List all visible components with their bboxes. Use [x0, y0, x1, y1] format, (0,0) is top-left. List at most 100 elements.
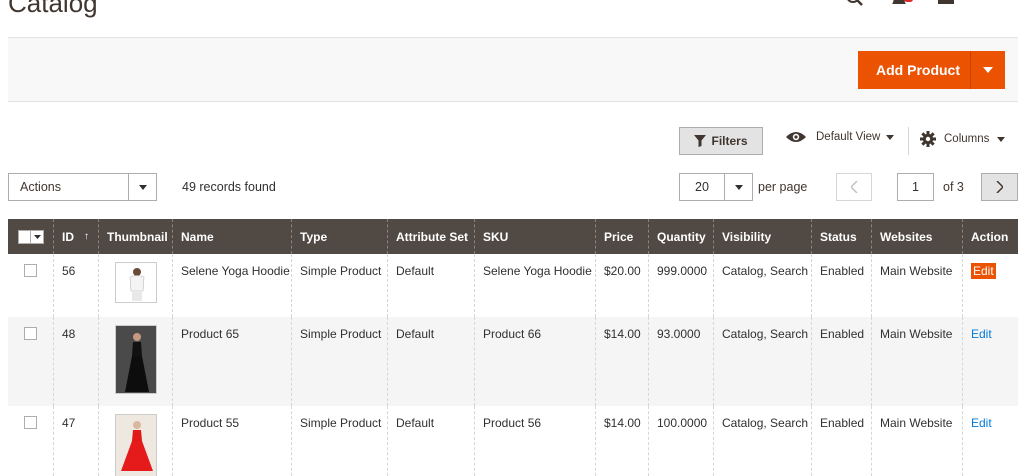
caret-down-icon — [886, 134, 895, 140]
column-header-quantity[interactable]: Quantity — [649, 219, 714, 254]
current-page-input[interactable]: 1 — [897, 173, 934, 201]
column-header-sku[interactable]: SKU — [475, 219, 596, 254]
caret-down-icon — [997, 136, 1006, 142]
row-checkbox[interactable] — [24, 327, 37, 340]
cell-websites: Main Website — [872, 317, 963, 406]
column-header-name[interactable]: Name — [173, 219, 292, 254]
column-header-id[interactable]: ID ↑ — [54, 219, 99, 254]
column-header-thumbnail: Thumbnail — [99, 219, 173, 254]
gear-icon — [920, 131, 936, 147]
chevron-right-icon — [996, 181, 1003, 193]
cell-price: $14.00 — [596, 406, 649, 476]
page-title: Catalog — [8, 0, 98, 18]
column-header-price[interactable]: Price — [596, 219, 649, 254]
cell-quantity: 100.0000 — [649, 406, 714, 476]
cell-status: Enabled — [812, 317, 872, 406]
column-header-label: Quantity — [657, 229, 706, 244]
edit-link[interactable]: Edit — [971, 327, 992, 341]
row-checkbox[interactable] — [24, 416, 37, 429]
product-thumbnail[interactable] — [115, 262, 157, 303]
actions-dropdown-toggle[interactable] — [128, 174, 156, 200]
column-header-label: Status — [820, 229, 857, 244]
chevron-down-icon — [734, 184, 743, 190]
edit-link[interactable]: Edit — [971, 263, 996, 279]
eye-icon — [786, 132, 806, 142]
chevron-down-icon — [983, 66, 993, 73]
cell-id: 56 — [54, 254, 99, 317]
column-header-label: Name — [181, 229, 214, 244]
column-header-label: Thumbnail — [107, 229, 168, 244]
row-checkbox[interactable] — [24, 264, 37, 277]
notifications-bell-icon[interactable] — [892, 0, 914, 8]
cell-price: $14.00 — [596, 317, 649, 406]
select-all-checkbox[interactable] — [19, 230, 31, 243]
cell-action: Edit — [963, 254, 1018, 317]
chevron-down-icon[interactable] — [31, 230, 43, 243]
sort-ascending-icon: ↑ — [84, 231, 89, 242]
cell-id: 47 — [54, 406, 99, 476]
cell-thumbnail — [99, 254, 173, 317]
table-row[interactable]: 48 Product 65 Simple Product Default Pro… — [8, 317, 1018, 406]
cell-type: Simple Product — [292, 254, 388, 317]
cell-action: Edit — [963, 317, 1018, 406]
edit-link[interactable]: Edit — [971, 416, 992, 430]
filters-button[interactable]: Filters — [679, 127, 763, 155]
cell-thumbnail — [99, 317, 173, 406]
row-checkbox-cell — [8, 317, 54, 406]
per-page-select[interactable]: 20 — [679, 173, 753, 201]
records-found: 49 records found — [182, 180, 276, 194]
previous-page-button[interactable] — [836, 173, 872, 201]
product-thumbnail[interactable] — [115, 325, 157, 394]
cell-visibility: Catalog, Search — [714, 406, 812, 476]
column-header-websites[interactable]: Websites — [872, 219, 963, 254]
add-product-button[interactable]: Add Product — [858, 51, 1005, 89]
filters-label: Filters — [711, 134, 748, 148]
cell-id: 48 — [54, 317, 99, 406]
cell-sku: Product 66 — [475, 317, 596, 406]
mass-actions-select[interactable]: Actions — [8, 173, 157, 201]
product-thumbnail[interactable] — [115, 414, 157, 476]
column-header-label: Attribute Set — [396, 229, 468, 244]
search-icon[interactable] — [846, 0, 864, 8]
column-header-label: Websites — [880, 229, 933, 244]
column-header-attribute-set[interactable]: Attribute Set — [388, 219, 475, 254]
row-checkbox-cell — [8, 254, 54, 317]
next-page-button[interactable] — [981, 173, 1018, 201]
cell-sku: Selene Yoga Hoodie — [475, 254, 596, 317]
cell-status: Enabled — [812, 406, 872, 476]
view-switcher[interactable]: Default View — [786, 131, 895, 143]
cell-attribute-set: Default — [388, 406, 475, 476]
per-page-dropdown-toggle[interactable] — [724, 174, 752, 200]
table-row[interactable]: 47 Product 55 Simple Product Default Pro… — [8, 406, 1018, 476]
column-header-label: Type — [300, 229, 328, 244]
columns-label: Columns — [944, 133, 990, 145]
product-grid: ID ↑ Thumbnail Name Type Attribute Set SK… — [8, 219, 1018, 476]
cell-action: Edit — [963, 406, 1018, 476]
column-header-label: Visibility — [722, 229, 772, 244]
columns-control[interactable]: Columns — [920, 131, 1006, 147]
column-header-visibility[interactable]: Visibility — [714, 219, 812, 254]
select-all-control[interactable] — [8, 219, 54, 254]
per-page-label: per page — [758, 180, 808, 194]
cell-name: Product 65 — [173, 317, 292, 406]
add-product-dropdown-toggle[interactable] — [971, 66, 1005, 74]
per-page-value: 20 — [695, 180, 709, 194]
mass-select-checkbox[interactable] — [18, 229, 44, 244]
cell-status: Enabled — [812, 254, 872, 317]
table-row[interactable]: 56 Selene Yoga Hoodie Simple Product Def… — [8, 254, 1018, 317]
column-header-action: Action — [963, 219, 1018, 254]
add-product-label[interactable]: Add Product — [858, 62, 970, 78]
toolbar-divider — [908, 127, 909, 155]
cell-visibility: Catalog, Search — [714, 317, 812, 406]
grid-header-row: ID ↑ Thumbnail Name Type Attribute Set SK… — [8, 219, 1018, 254]
cell-price: $20.00 — [596, 254, 649, 317]
cell-attribute-set: Default — [388, 254, 475, 317]
column-header-type[interactable]: Type — [292, 219, 388, 254]
cell-websites: Main Website — [872, 254, 963, 317]
column-header-status[interactable]: Status — [812, 219, 872, 254]
chevron-down-icon — [138, 184, 147, 190]
cell-quantity: 93.0000 — [649, 317, 714, 406]
account-icon[interactable] — [938, 0, 954, 8]
column-header-label: Action — [971, 229, 1009, 244]
cell-name: Product 55 — [173, 406, 292, 476]
